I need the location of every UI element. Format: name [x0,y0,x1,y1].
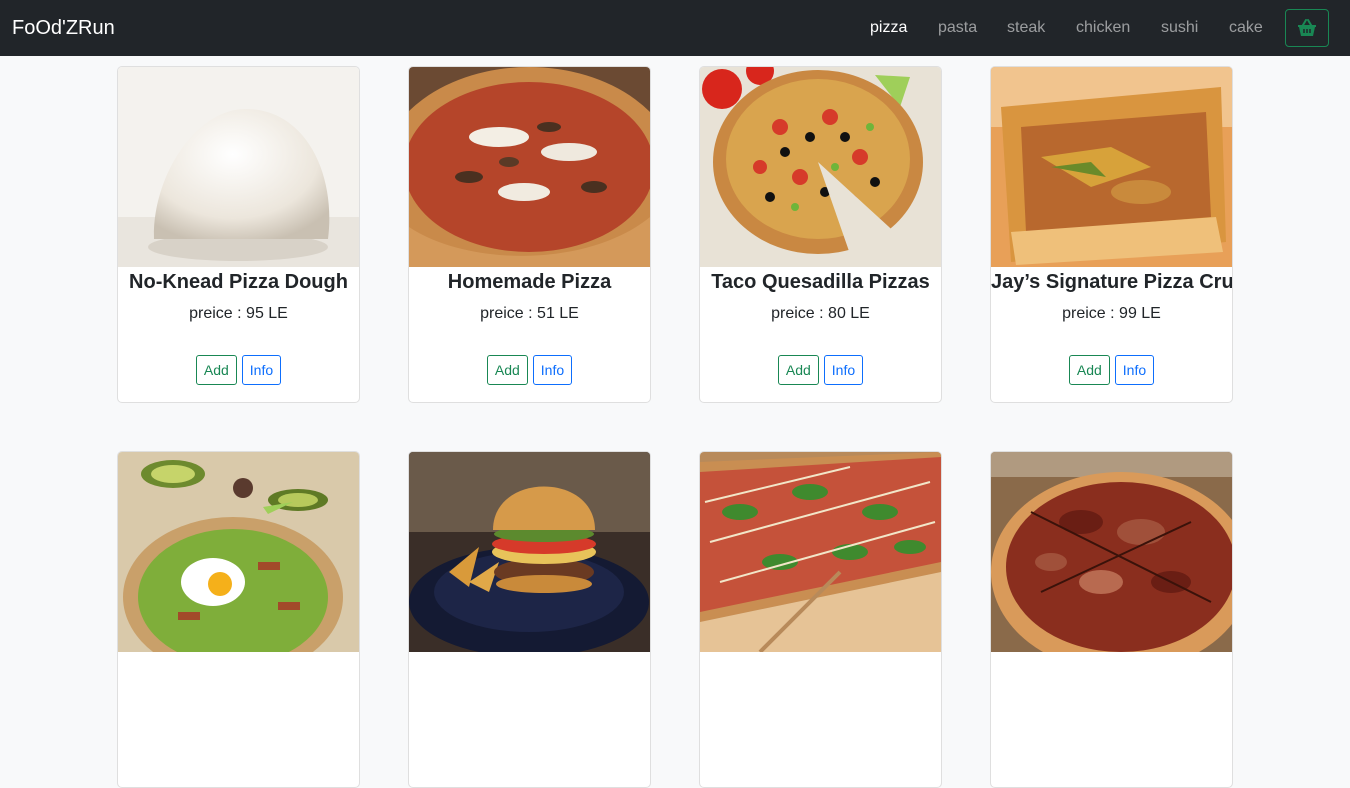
taco-pizza-image [700,67,941,267]
steak-pizza-image [991,452,1232,652]
brand-logo[interactable]: FoOd'ZRun [12,16,115,40]
product-card: No-Knead Pizza Dough preice : 95 LE Add … [117,66,360,403]
product-card: Homemade Pizza preice : 51 LE Add Info [408,66,651,403]
product-price: preice : 95 LE [189,305,288,322]
product-card [408,451,651,788]
add-button[interactable]: Add [777,355,819,385]
product-card [990,451,1233,788]
basket-icon [1298,19,1316,36]
info-button[interactable]: Info [1114,355,1155,385]
nav-link-pasta[interactable]: pasta [938,18,977,38]
pizza-crust-image [991,67,1232,267]
nav-link-steak[interactable]: steak [1007,18,1045,38]
nav-link-cake[interactable]: cake [1229,18,1263,38]
add-button[interactable]: Add [1068,355,1110,385]
product-card: Jay’s Signature Pizza Crust preice : 99 … [990,66,1233,403]
add-button[interactable]: Add [486,355,528,385]
product-title: Jay’s Signature Pizza Crust [991,271,1233,293]
pizza-dough-image [118,67,359,267]
burger-image [409,452,650,652]
product-price: preice : 99 LE [1062,305,1161,322]
product-price: preice : 80 LE [771,305,870,322]
product-title: Homemade Pizza [447,271,612,293]
greens-pizza-image [700,452,941,652]
cart-button[interactable] [1285,9,1329,47]
product-card: Taco Quesadilla Pizzas preice : 80 LE Ad… [699,66,942,403]
product-card [699,451,942,788]
navbar: FoOd'ZRun pizza pasta steak chicken sush… [0,0,1350,56]
product-title: No-Knead Pizza Dough [129,271,348,293]
product-title: Taco Quesadilla Pizzas [711,271,930,293]
product-card [117,451,360,788]
homemade-pizza-image [409,67,650,267]
nav-link-sushi[interactable]: sushi [1161,18,1198,38]
nav-link-pizza[interactable]: pizza [870,18,907,38]
info-button[interactable]: Info [241,355,282,385]
nav-link-chicken[interactable]: chicken [1076,18,1130,38]
avocado-egg-pizza-image [118,452,359,652]
product-price: preice : 51 LE [480,305,579,322]
info-button[interactable]: Info [823,355,864,385]
add-button[interactable]: Add [195,355,237,385]
info-button[interactable]: Info [532,355,573,385]
